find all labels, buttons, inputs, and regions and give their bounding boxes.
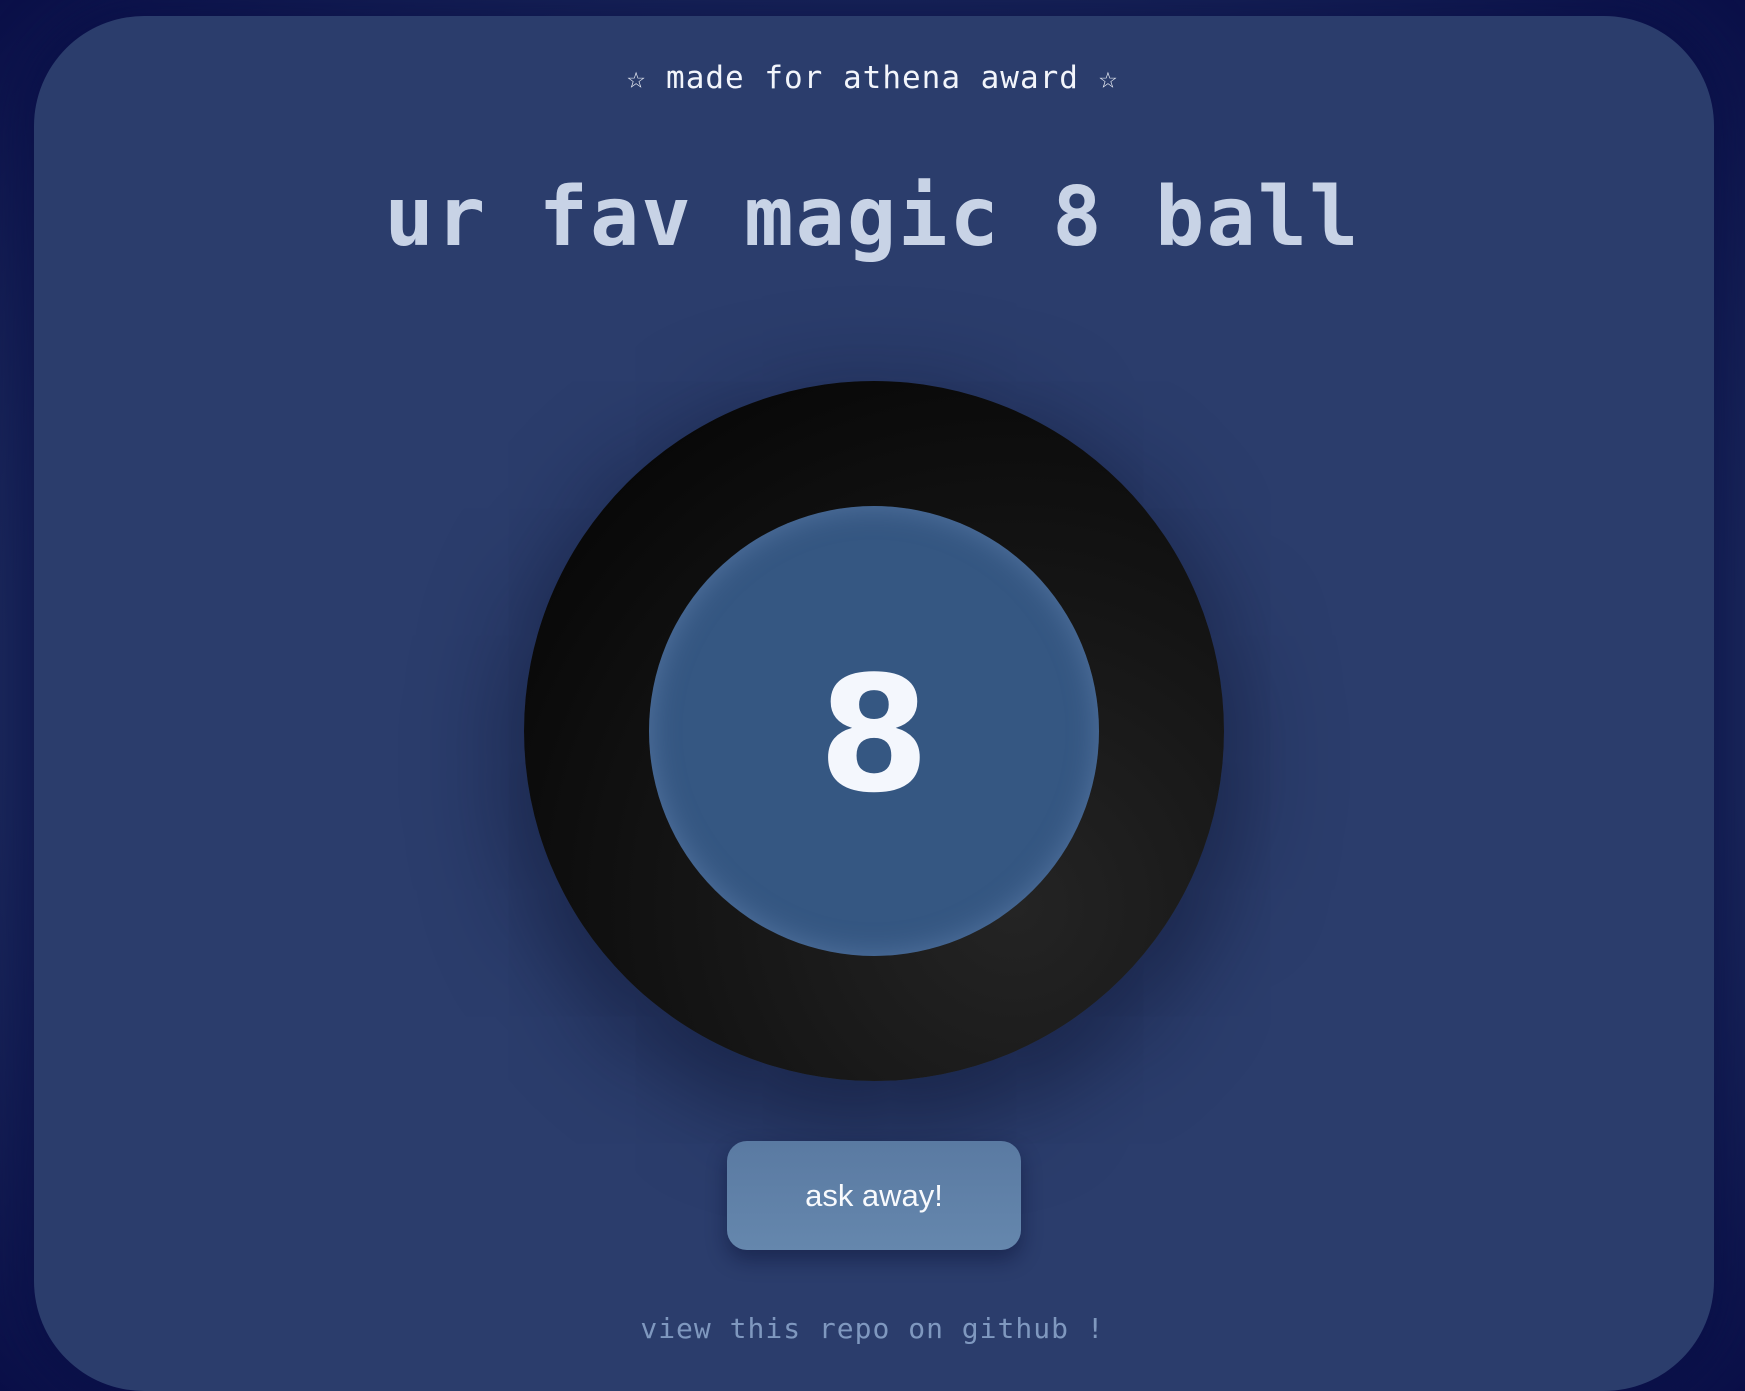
- award-subtitle: ☆ made for athena award ☆: [626, 60, 1119, 96]
- github-repo-link[interactable]: view this repo on github !: [0, 1312, 1745, 1345]
- ball-number: 8: [818, 641, 930, 828]
- ball-window: 8: [649, 506, 1099, 956]
- ask-button[interactable]: ask away!: [727, 1141, 1021, 1250]
- magic-8-ball: 8: [524, 381, 1224, 1081]
- page-title: ur fav magic 8 ball: [384, 170, 1361, 265]
